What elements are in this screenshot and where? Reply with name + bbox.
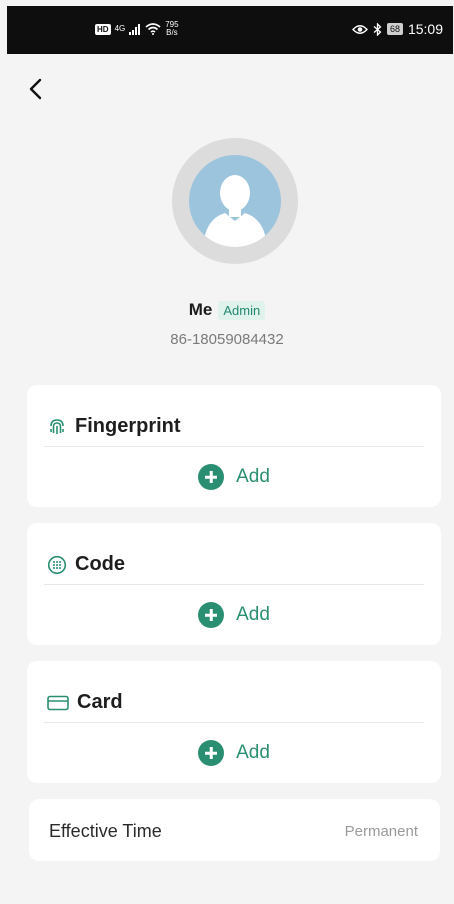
effective-time-row[interactable]: Effective Time Permanent [29, 799, 440, 861]
plus-circle-icon [198, 602, 225, 628]
add-code-button[interactable]: Add [27, 602, 441, 628]
card-title: Card [77, 691, 123, 713]
screen: HD 4G 795 B/s 68 15:09 Me Admin 86-18059… [0, 0, 454, 904]
fingerprint-title: Fingerprint [75, 415, 181, 437]
fingerprint-card: Fingerprint Add [27, 385, 441, 507]
code-header: Code [47, 553, 125, 576]
user-silhouette-icon [203, 175, 267, 247]
card-header: Card [47, 691, 123, 714]
keypad-icon [47, 555, 67, 574]
fingerprint-icon [50, 418, 64, 434]
hd-badge: HD [95, 23, 111, 35]
profile-name-row: Me Admin [0, 300, 454, 320]
code-title: Code [75, 553, 125, 575]
user-name: Me [188, 300, 213, 319]
network-type: 4G [114, 24, 126, 33]
avatar-ring [172, 138, 298, 264]
effective-time-value: Permanent [344, 823, 418, 840]
add-label: Add [236, 742, 270, 763]
wifi-icon [145, 23, 161, 35]
code-card: Code Add [27, 523, 441, 645]
add-label: Add [236, 604, 270, 625]
add-fingerprint-button[interactable]: Add [27, 464, 441, 490]
back-button[interactable] [20, 74, 50, 104]
chevron-left-icon [29, 78, 42, 100]
plus-circle-icon [198, 740, 225, 766]
plus-circle-icon [198, 464, 225, 490]
clock: 15:09 [407, 21, 443, 37]
card-card: Card Add [27, 661, 441, 783]
divider [44, 722, 424, 723]
divider [44, 584, 424, 585]
card-icon [47, 695, 69, 710]
add-label: Add [236, 466, 270, 487]
battery-level: 68 [386, 23, 403, 35]
status-bar: HD 4G 795 B/s 68 15:09 [7, 6, 453, 54]
signal-icon [129, 23, 141, 35]
status-left: HD 4G 795 B/s [95, 21, 179, 37]
role-badge: Admin [218, 300, 266, 320]
status-right: 68 15:09 [351, 21, 443, 37]
add-card-button[interactable]: Add [27, 740, 441, 766]
effective-time-label: Effective Time [49, 821, 162, 841]
network-speed: 795 B/s [165, 21, 178, 37]
bluetooth-icon [373, 22, 382, 36]
divider [44, 446, 424, 447]
avatar[interactable] [189, 155, 281, 247]
eye-icon [351, 24, 368, 34]
speed-unit: B/s [166, 28, 178, 37]
phone-number: 86-18059084432 [170, 331, 284, 348]
fingerprint-header: Fingerprint [47, 415, 181, 438]
